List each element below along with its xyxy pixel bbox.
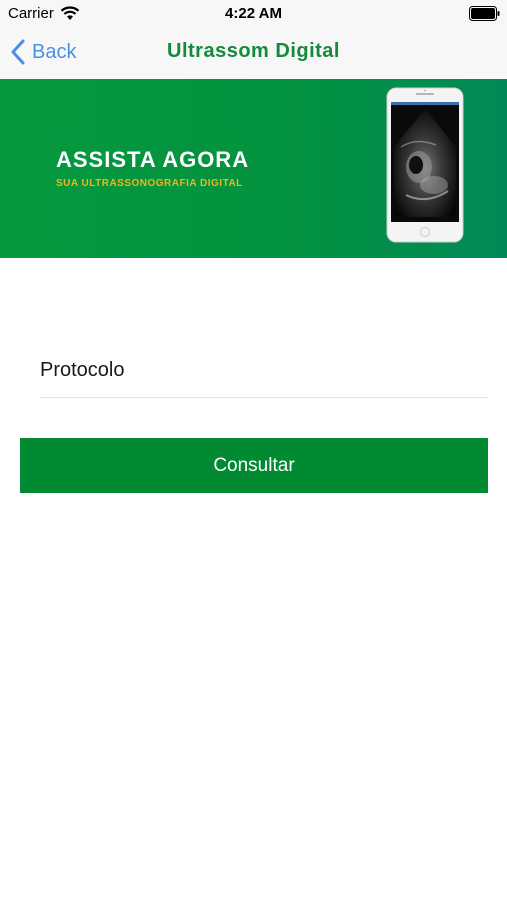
consult-button[interactable]: Consultar — [20, 438, 488, 493]
status-time: 4:22 AM — [225, 5, 282, 22]
banner-title: ASSISTA AGORA — [56, 147, 250, 172]
navigation-bar: Back Ultrassom Digital — [0, 28, 507, 79]
page-title: Ultrassom Digital — [167, 40, 340, 62]
phone-ultrasound-image — [386, 87, 464, 243]
protocol-field — [40, 352, 488, 398]
protocol-input[interactable] — [40, 352, 488, 397]
banner-subtitle: SUA ULTRASSONOGRAFIA DIGITAL — [56, 178, 243, 189]
status-bar: Carrier 4:22 AM — [0, 0, 507, 28]
promo-banner: ASSISTA AGORA SUA ULTRASSONOGRAFIA DIGIT… — [0, 79, 507, 258]
battery-icon — [469, 6, 500, 21]
